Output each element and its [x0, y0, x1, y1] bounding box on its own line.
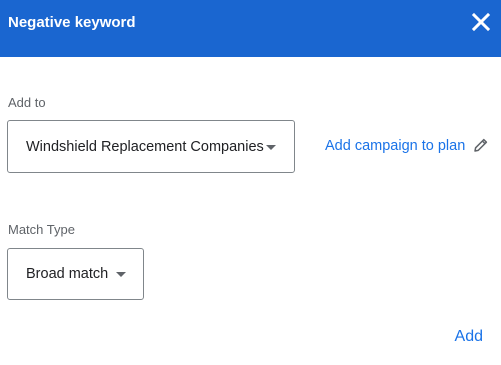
add-campaign-to-plan-link[interactable]: Add campaign to plan [325, 138, 465, 154]
add-to-select[interactable]: Windshield Replacement Companies [7, 120, 295, 173]
add-to-selected-value: Windshield Replacement Companies [26, 138, 264, 155]
match-type-select[interactable]: Broad match [7, 248, 144, 300]
add-button[interactable]: Add [455, 328, 483, 346]
match-type-selected-value: Broad match [26, 266, 109, 282]
edit-button[interactable] [473, 137, 489, 153]
dialog-title: Negative keyword [8, 14, 136, 31]
close-icon [471, 12, 491, 32]
pencil-icon [474, 138, 488, 152]
match-type-label: Match Type [8, 222, 75, 237]
add-to-label: Add to [8, 95, 46, 110]
dialog-header: Negative keyword [0, 0, 501, 57]
dropdown-caret-icon [116, 272, 126, 277]
dropdown-caret-icon [266, 144, 276, 150]
close-button[interactable] [469, 10, 493, 34]
